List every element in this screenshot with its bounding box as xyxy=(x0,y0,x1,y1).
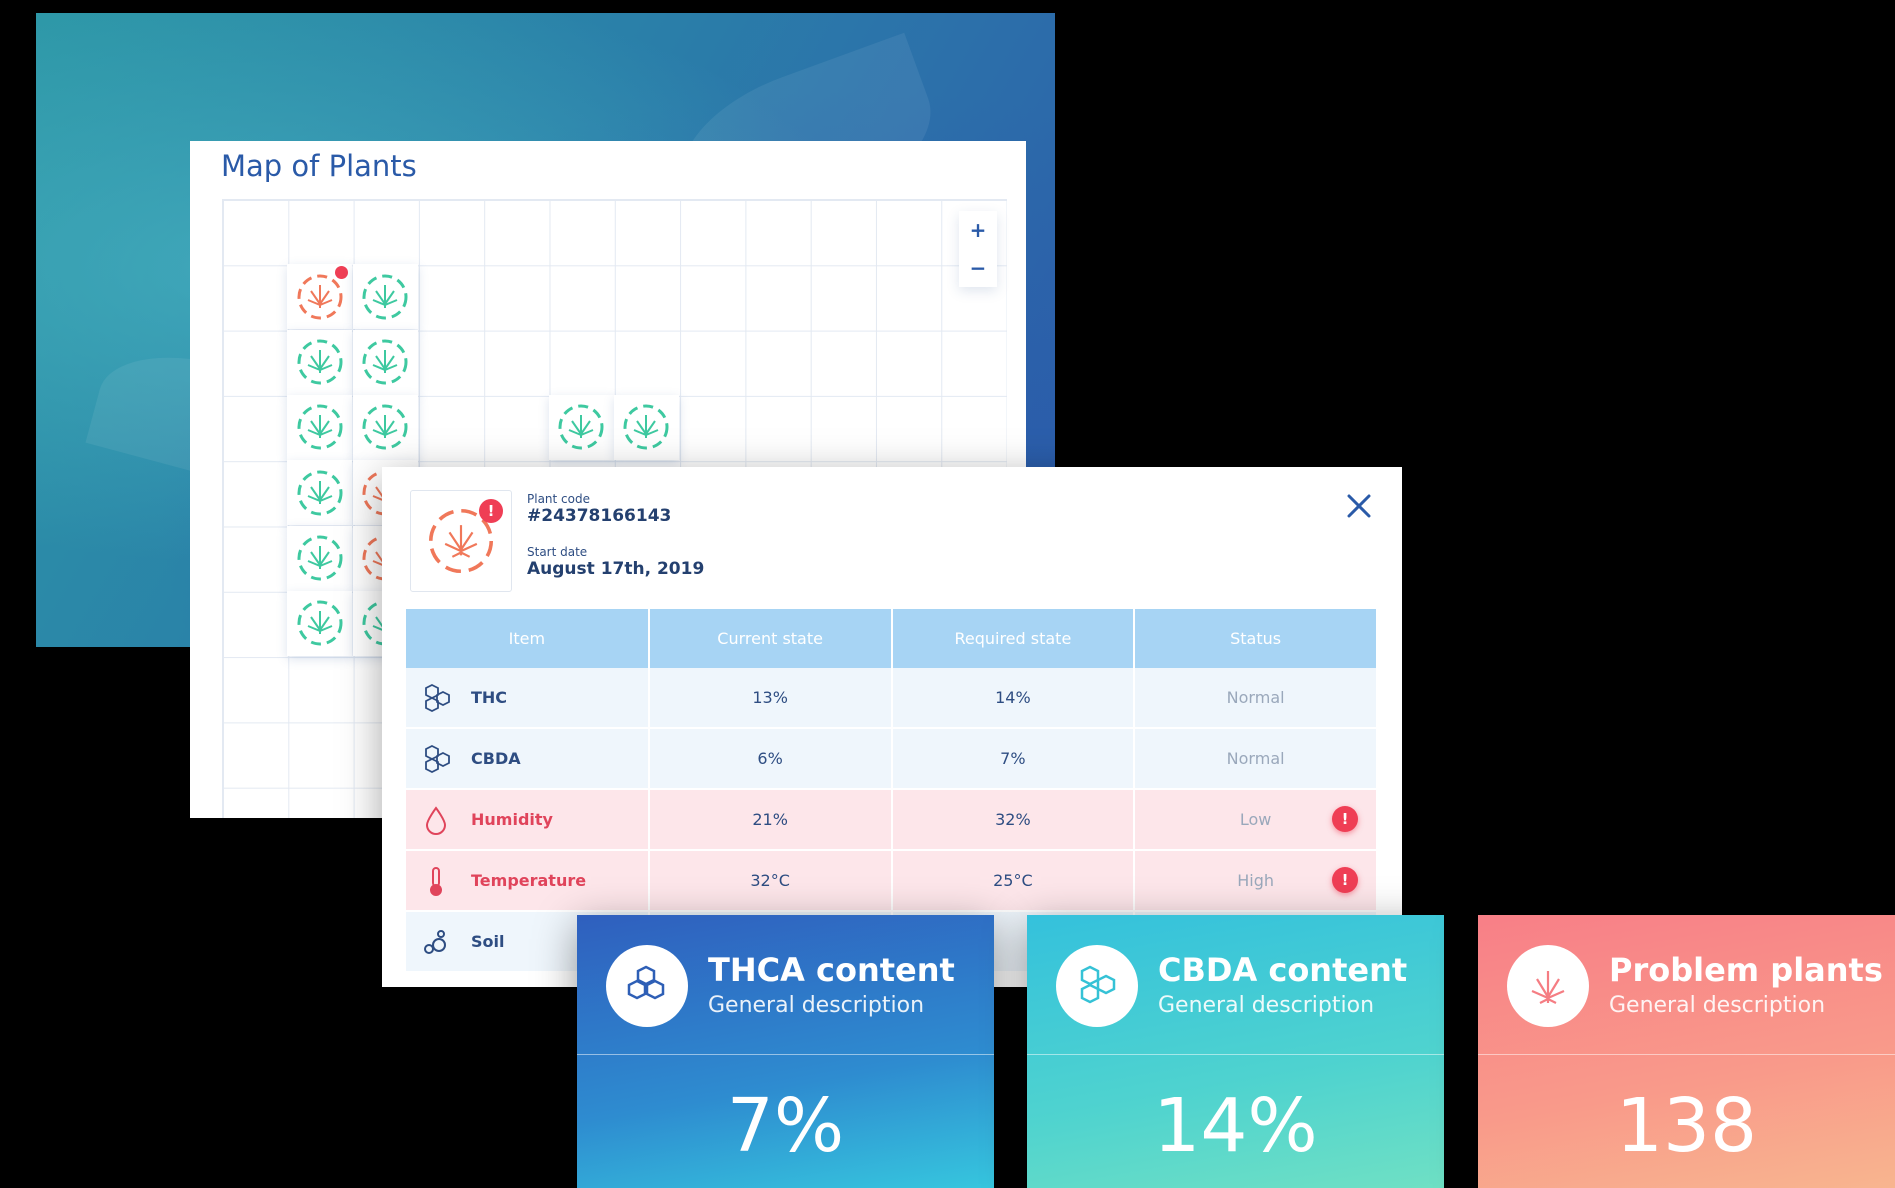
column-header-item[interactable]: Item xyxy=(406,609,650,668)
start-date-value: August 17th, 2019 xyxy=(527,559,705,579)
plant-tile[interactable] xyxy=(287,394,353,460)
divider xyxy=(1027,1054,1444,1055)
item-cell: THC xyxy=(406,668,650,729)
cannabis-leaf-icon xyxy=(297,470,343,516)
table-row[interactable]: Humidity 21% 32% Low! xyxy=(406,789,1378,851)
card-subtitle: General description xyxy=(708,993,925,1018)
status-label: Normal xyxy=(1226,749,1285,768)
current-state-cell: 21% xyxy=(648,789,893,851)
molecule-icon xyxy=(1080,965,1116,1004)
card-value: 14% xyxy=(1153,1083,1318,1169)
zoom-control: + − xyxy=(959,211,997,287)
alert-badge: ! xyxy=(479,499,503,523)
problem-plants-card[interactable]: Problem plants General description 138 xyxy=(1478,915,1895,1188)
soil-icon xyxy=(424,929,446,954)
plant-tile[interactable] xyxy=(352,264,418,330)
card-value: 7% xyxy=(726,1083,845,1169)
cannabis-leaf-icon xyxy=(362,274,408,320)
status-label: Low xyxy=(1239,810,1272,829)
thca-content-card[interactable]: THCA content General description 7% xyxy=(577,915,994,1188)
plant-code-value: #24378166143 xyxy=(527,506,672,526)
plant-tile[interactable] xyxy=(352,394,418,460)
card-subtitle: General description xyxy=(1609,993,1826,1018)
droplet-icon xyxy=(425,805,447,835)
plant-tile[interactable] xyxy=(287,329,353,395)
molecule-icon xyxy=(627,965,665,1000)
item-cell: Humidity xyxy=(406,789,650,851)
table-row[interactable]: CBDA 6% 7% Normal xyxy=(406,728,1378,790)
required-state-cell: 14% xyxy=(891,668,1136,729)
zoom-out-button[interactable]: − xyxy=(959,249,997,287)
item-label: CBDA xyxy=(471,749,521,768)
item-label: Soil xyxy=(471,932,505,951)
cannabis-leaf-icon xyxy=(558,404,604,450)
cbda-content-card[interactable]: CBDA content General description 14% xyxy=(1027,915,1444,1188)
status-cell: Normal xyxy=(1134,728,1378,790)
status-cell: Normal xyxy=(1134,668,1378,729)
cannabis-leaf-icon xyxy=(297,600,343,646)
alert-icon[interactable]: ! xyxy=(1332,806,1358,832)
card-title: CBDA content xyxy=(1158,951,1408,989)
map-title: Map of Plants xyxy=(221,149,417,183)
cannabis-leaf-icon xyxy=(362,404,408,450)
item-cell: CBDA xyxy=(406,728,650,790)
plant-tile[interactable] xyxy=(287,525,353,591)
item-label: Humidity xyxy=(471,810,553,829)
required-state-cell: 7% xyxy=(891,728,1136,790)
required-state-cell: 32% xyxy=(891,789,1136,851)
cannabis-leaf-icon xyxy=(297,339,343,385)
column-header-current-state[interactable]: Current state xyxy=(648,609,893,668)
divider xyxy=(577,1054,994,1055)
plant-tile[interactable] xyxy=(613,394,679,460)
cannabis-leaf-icon xyxy=(623,404,669,450)
plant-tile[interactable] xyxy=(548,394,614,460)
card-subtitle: General description xyxy=(1158,993,1375,1018)
card-title: Problem plants xyxy=(1609,951,1883,989)
current-state-cell: 13% xyxy=(648,668,893,729)
column-header-required-state[interactable]: Required state xyxy=(891,609,1136,668)
item-label: Temperature xyxy=(471,871,587,890)
required-state-cell: 25°C xyxy=(891,850,1136,912)
plant-code-label: Plant code xyxy=(527,492,590,506)
current-state-cell: 6% xyxy=(648,728,893,790)
molecule-icon xyxy=(425,683,450,712)
alert-icon[interactable]: ! xyxy=(1332,867,1358,893)
status-label: Normal xyxy=(1226,688,1285,707)
item-label: THC xyxy=(471,688,508,707)
item-cell: Temperature xyxy=(406,850,650,912)
cannabis-leaf-icon xyxy=(1531,971,1565,1004)
card-value: 138 xyxy=(1615,1083,1758,1169)
cannabis-leaf-icon xyxy=(362,339,408,385)
column-header-status[interactable]: Status xyxy=(1134,609,1378,668)
problem-plant-tile[interactable] xyxy=(287,264,353,330)
cannabis-leaf-icon xyxy=(297,274,343,320)
plant-thumbnail: ! xyxy=(410,490,512,592)
status-cell: High! xyxy=(1134,850,1378,912)
close-icon[interactable] xyxy=(1342,489,1376,523)
plant-tile[interactable] xyxy=(352,329,418,395)
plant-tile[interactable] xyxy=(287,590,353,656)
divider xyxy=(1478,1054,1895,1055)
zoom-in-button[interactable]: + xyxy=(959,211,997,249)
status-cell: Low! xyxy=(1134,789,1378,851)
plant-tile[interactable] xyxy=(287,460,353,526)
molecule-icon xyxy=(425,744,450,773)
alert-badge xyxy=(335,266,349,280)
card-title: THCA content xyxy=(708,951,955,989)
table-row[interactable]: Temperature 32°C 25°C High! xyxy=(406,850,1378,912)
thermometer-icon xyxy=(430,866,442,896)
start-date-label: Start date xyxy=(527,545,588,559)
plant-detail-card: ! Plant code #24378166143 Start date Aug… xyxy=(382,467,1402,987)
current-state-cell: 32°C xyxy=(648,850,893,912)
table-row[interactable]: THC 13% 14% Normal xyxy=(406,668,1378,729)
cannabis-leaf-icon xyxy=(297,535,343,581)
cannabis-leaf-icon xyxy=(297,404,343,450)
status-label: High xyxy=(1237,871,1275,890)
